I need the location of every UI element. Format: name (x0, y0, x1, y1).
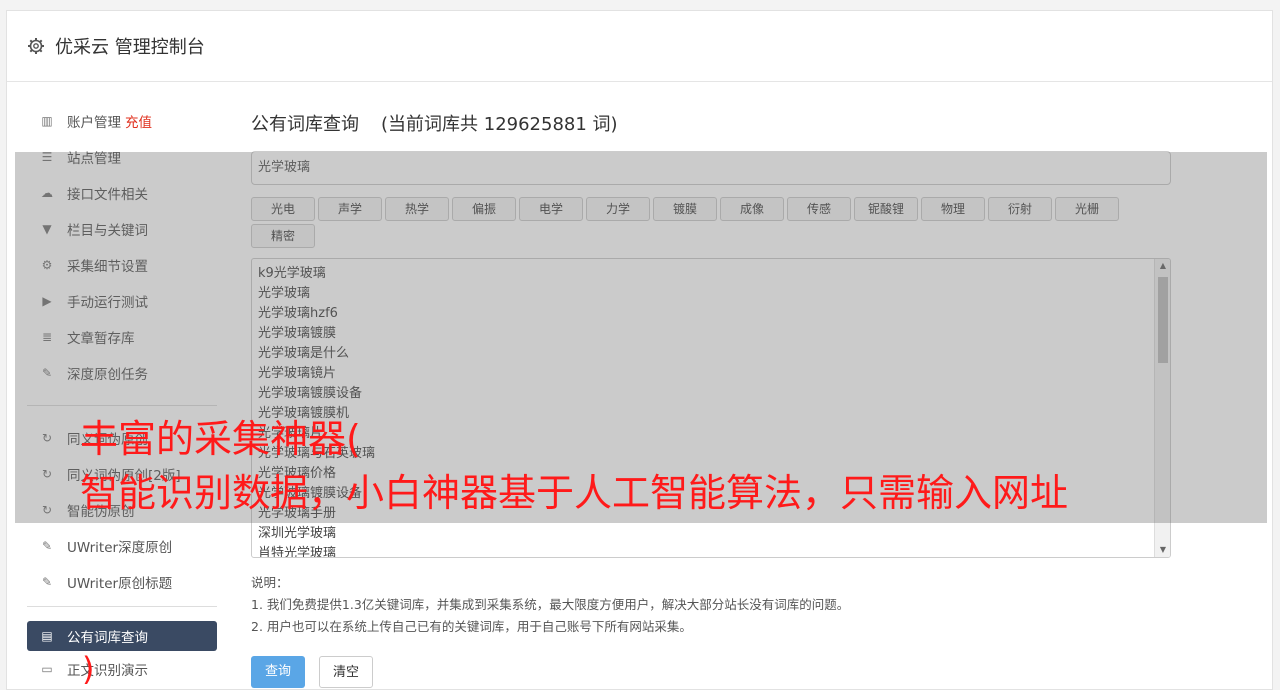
overlay-tail: ) (82, 650, 95, 688)
gear-icon (27, 37, 45, 55)
sidebar-item-public-lexicon[interactable]: ▤ 公有词库查询 (27, 621, 217, 651)
sidebar-item-label: UWriter原创标题 (67, 576, 173, 592)
console-header: 优采云 管理控制台 (7, 11, 1272, 82)
sidebar-item-label: 公有词库查询 (67, 630, 148, 646)
note-line: 1. 我们免费提供1.3亿关键词库，并集成到采集系统，最大限度方便用户，解决大部… (251, 597, 850, 612)
sidebar-item-label: 账户管理 (67, 115, 121, 131)
sidebar-item-text-recognition[interactable]: ▭ 正文识别演示 (27, 651, 217, 687)
notes-title: 说明： (251, 575, 289, 590)
overlay-caption: 丰富的采集神器( 智能识别数据，小白神器基于人工智能算法，只需输入网址 (80, 412, 1068, 520)
page-title-text: 公有词库查询 (251, 114, 359, 135)
sidebar-item-uwriter-deep[interactable]: ✎ UWriter深度原创 (27, 528, 217, 564)
overlay-line: 智能识别数据，小白神器基于人工智能算法，只需输入网址 (80, 471, 1069, 515)
notes: 说明： 1. 我们免费提供1.3亿关键词库，并集成到采集系统，最大限度方便用户，… (251, 572, 1171, 638)
sidebar-item-label: UWriter深度原创 (67, 540, 173, 556)
console-title: 优采云 管理控制台 (55, 37, 205, 58)
bar-chart-icon: ▥ (41, 114, 53, 128)
overlay-line: 丰富的采集神器( (80, 417, 361, 461)
list-item[interactable]: 肖特光学玻璃 (258, 544, 1164, 557)
scroll-down-icon[interactable]: ▼ (1155, 543, 1170, 557)
sidebar-item-account[interactable]: ▥ 账户管理 充值 (27, 103, 217, 139)
note-line: 2. 用户也可以在系统上传自己已有的关键词库，用于自己账号下所有网站采集。 (251, 619, 692, 634)
page-title: 公有词库查询 (当前词库共 129625881 词) (251, 103, 1171, 147)
edit-icon: ✎ (41, 539, 53, 553)
edit-icon: ✎ (41, 575, 53, 589)
lexicon-count: (当前词库共 129625881 词) (381, 114, 618, 135)
action-buttons: 查询 清空 (251, 656, 1171, 688)
book-icon: ▤ (41, 629, 53, 643)
list-item[interactable]: 深圳光学玻璃 (258, 524, 1164, 544)
sidebar-item-label: 正文识别演示 (67, 663, 148, 679)
clear-button[interactable]: 清空 (319, 656, 373, 688)
sidebar-item-uwriter-title[interactable]: ✎ UWriter原创标题 (27, 564, 217, 600)
query-button[interactable]: 查询 (251, 656, 305, 688)
recharge-link[interactable]: 充值 (125, 111, 152, 131)
sidebar-divider (27, 606, 217, 607)
monitor-icon: ▭ (41, 662, 53, 676)
